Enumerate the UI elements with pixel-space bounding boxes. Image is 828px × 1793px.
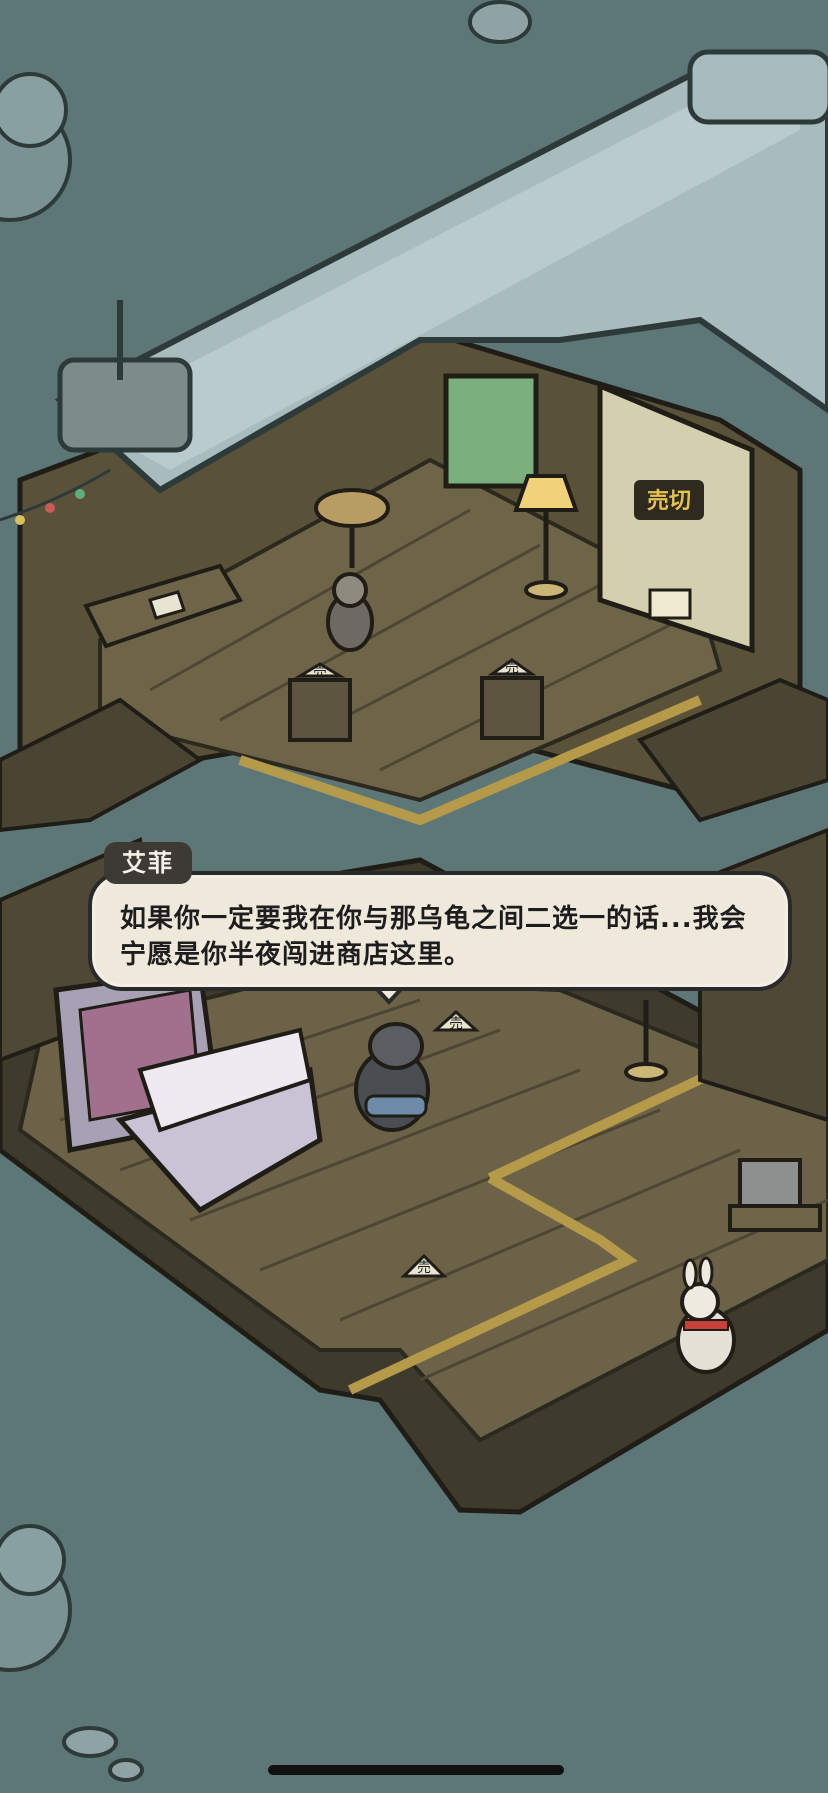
rock-bottom: [62, 1726, 118, 1758]
dialog-text: 如果你一定要我在你与那乌龟之间二选一的话...我会宁愿是你半夜闯进商店这里。: [120, 904, 747, 970]
display-pedestal-1[interactable]: 売: [288, 662, 352, 742]
shop-npc-upstairs[interactable]: [326, 572, 374, 652]
price-tag-text: 売: [313, 664, 327, 680]
dialog-box[interactable]: 如果你一定要我在你与那乌龟之间二选一的话...我会宁愿是你半夜闯进商店这里。: [88, 871, 792, 991]
speaker-name-tag: 艾菲: [104, 842, 192, 884]
price-tag-text: 売: [505, 660, 519, 676]
green-curtain-window: [443, 373, 539, 489]
rock-top: [468, 0, 532, 44]
price-tag-text: 売: [449, 1016, 463, 1032]
price-tag-text: 売: [417, 1260, 431, 1276]
rock-bottom-small: [108, 1758, 144, 1782]
door-sign-text: 売切: [647, 488, 691, 514]
home-indicator[interactable]: [268, 1765, 564, 1775]
